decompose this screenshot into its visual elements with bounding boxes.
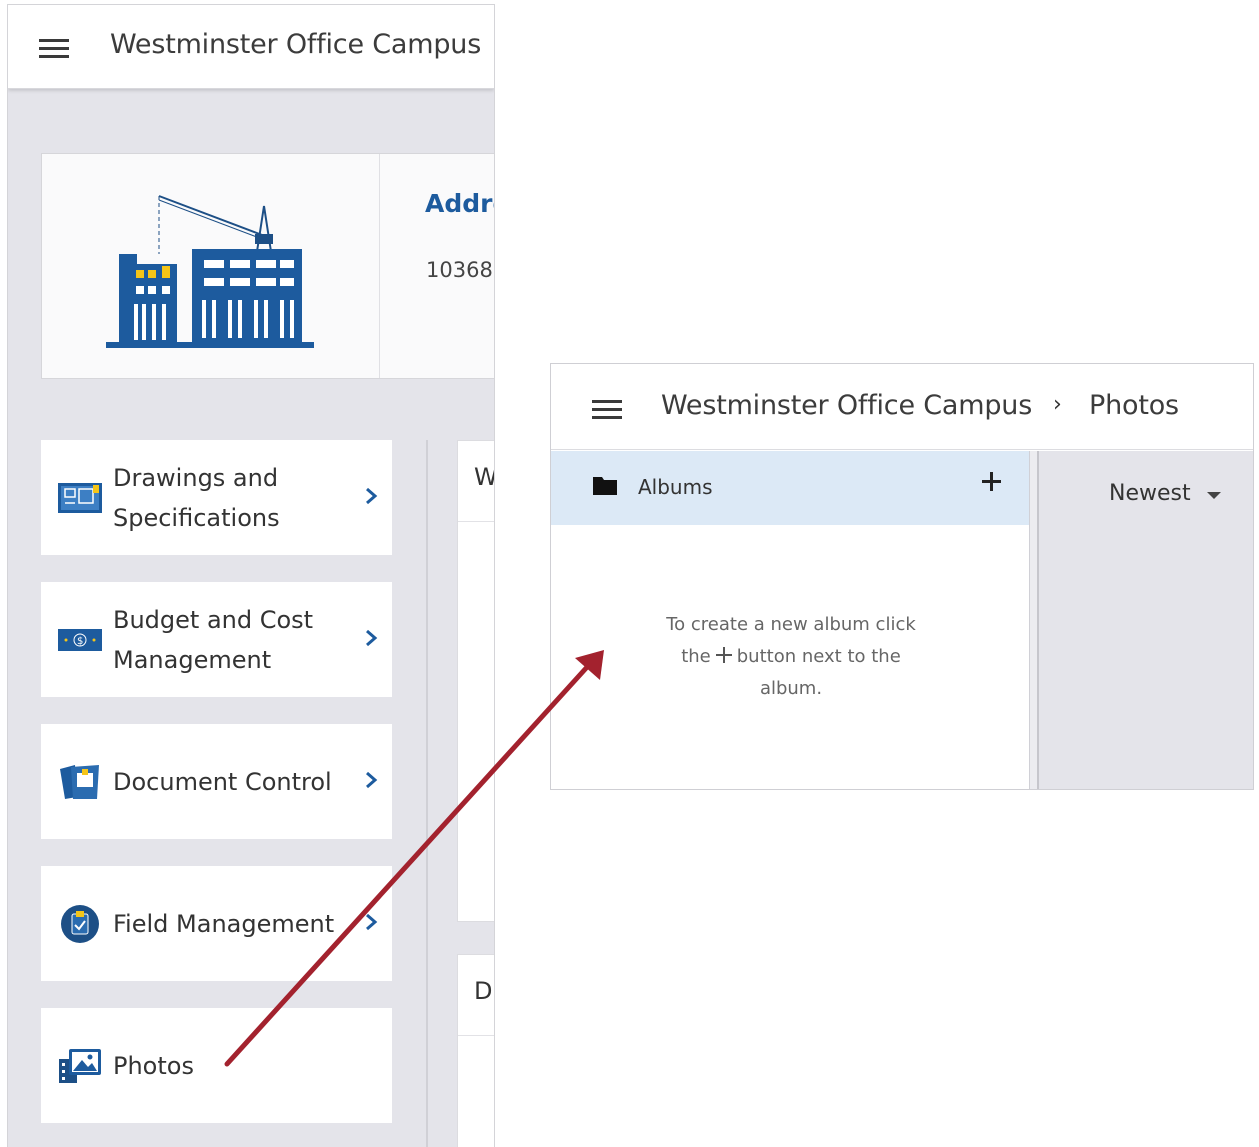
panel-divider [458, 1035, 494, 1036]
menu-card-document-control[interactable]: Document Control [41, 724, 392, 839]
menu-label: Document Control [113, 768, 332, 796]
building-crane-icon [42, 154, 380, 378]
empty-message-text: the [681, 646, 711, 667]
app-header: Westminster Office Campus › Photos [551, 364, 1253, 450]
dashboard-panel: W [457, 440, 494, 922]
menu-label-line1: Drawings and [113, 464, 279, 492]
photos-content-pane: Newest [1039, 451, 1253, 789]
photos-screen: Westminster Office Campus › Photos Album… [550, 363, 1254, 790]
column-divider [426, 440, 428, 1147]
chevron-right-icon[interactable] [363, 909, 379, 935]
albums-label: Albums [638, 475, 713, 499]
dashboard-panel: D [457, 954, 494, 1147]
caret-down-icon[interactable] [1207, 492, 1221, 499]
page-title: Westminster Office Campus [110, 29, 482, 60]
breadcrumb-separator: › [1053, 392, 1062, 417]
menu-card-field-management[interactable]: Field Management [41, 866, 392, 981]
menu-label: Photos [113, 1052, 194, 1080]
document-control-icon [57, 761, 103, 803]
empty-message-line: the button next to the [651, 641, 931, 673]
address-number: 10368 [426, 258, 493, 282]
panel-divider [458, 521, 494, 522]
panel-title: D [474, 977, 493, 1005]
left-screen: Westminster Office Campus Addr 10368 Dra… [7, 4, 495, 1147]
menu-label-line2: Management [113, 646, 272, 674]
menu-label: Drawings and Specifications [113, 458, 280, 538]
pane-splitter[interactable] [1029, 451, 1039, 789]
breadcrumb-current: Photos [1089, 390, 1179, 421]
sort-dropdown[interactable]: Newest [1109, 481, 1191, 506]
hamburger-menu-icon[interactable] [592, 400, 622, 420]
menu-label-line2: Specifications [113, 504, 280, 532]
chevron-right-icon[interactable] [363, 483, 379, 509]
menu-card-photos[interactable]: Photos [41, 1008, 392, 1123]
address-heading: Addre [425, 189, 494, 218]
empty-message-text: button next to the [736, 646, 901, 667]
menu-label: Field Management [113, 910, 335, 938]
albums-header[interactable]: Albums [551, 451, 1029, 525]
clipboard-icon [57, 903, 103, 945]
empty-albums-message: To create a new album click the button ne… [651, 609, 931, 705]
menu-label: Budget and Cost Management [113, 600, 313, 680]
plus-icon [715, 646, 733, 664]
project-card[interactable]: Addre 10368 [41, 153, 494, 379]
menu-label-line1: Budget and Cost [113, 606, 314, 634]
photos-icon [57, 1045, 103, 1087]
chevron-right-icon[interactable] [363, 625, 379, 651]
empty-message-line: To create a new album click [666, 614, 916, 635]
blueprint-icon [57, 477, 103, 519]
empty-message-line: album. [759, 678, 823, 699]
menu-card-budget[interactable]: $ Budget and Cost Management [41, 582, 392, 697]
hamburger-menu-icon[interactable] [39, 39, 69, 59]
app-header: Westminster Office Campus [8, 4, 494, 89]
svg-text:$: $ [77, 636, 83, 647]
panel-title: W [474, 463, 494, 491]
add-album-button[interactable] [979, 469, 1005, 495]
menu-card-drawings[interactable]: Drawings and Specifications [41, 440, 392, 555]
folder-icon [593, 477, 617, 495]
money-icon: $ [57, 619, 103, 661]
chevron-right-icon[interactable] [363, 767, 379, 793]
breadcrumb-root[interactable]: Westminster Office Campus [661, 390, 1032, 421]
